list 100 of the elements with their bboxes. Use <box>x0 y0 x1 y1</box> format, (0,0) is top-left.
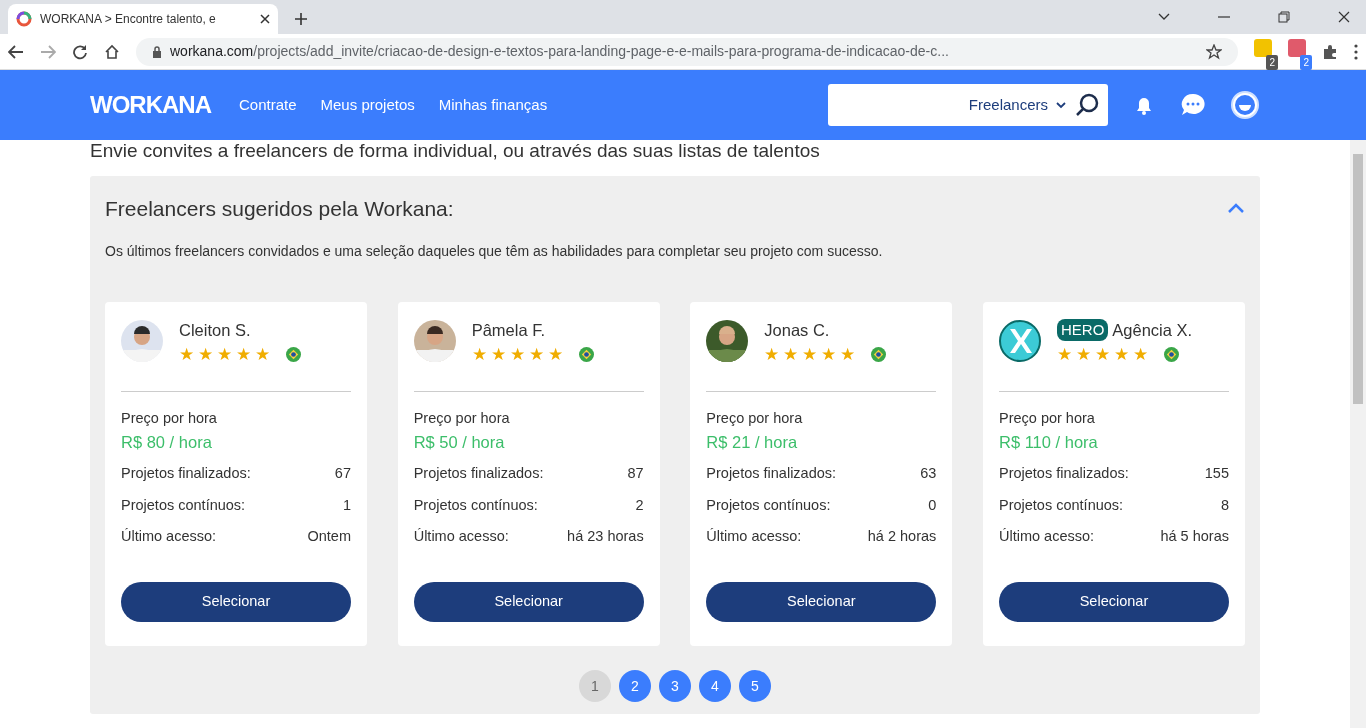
nav-link[interactable]: Meus projetos <box>320 93 415 117</box>
freelancer-name[interactable]: Jonas C. <box>764 317 830 343</box>
select-button[interactable]: Selecionar <box>121 582 351 623</box>
chevron-down-icon[interactable] <box>1158 13 1170 21</box>
star-icon: ★ <box>1075 346 1091 364</box>
star-icon: ★ <box>1113 346 1129 364</box>
hero-badge: HERO <box>1056 318 1109 342</box>
extension-badge: 2 <box>1300 55 1312 70</box>
stat-label: Projetos finalizados: <box>998 463 1129 483</box>
nav-link[interactable]: Minhas finanças <box>438 93 548 117</box>
star-icon: ★ <box>1056 346 1072 364</box>
stat-label: Projetos contínuos: <box>413 495 538 515</box>
freelancer-name[interactable]: Cleiton S. <box>179 317 251 343</box>
page-button[interactable]: 1 <box>579 670 611 703</box>
price-label: Preço por hora <box>706 409 804 429</box>
stat-value: há 23 horas <box>567 527 644 547</box>
nav-link[interactable]: Contrate <box>239 93 297 117</box>
price-label: Preço por hora <box>413 409 511 429</box>
star-icon: ★ <box>547 346 563 364</box>
hourly-rate: R$ 110 / hora <box>998 432 1099 454</box>
stat-label: Projetos finalizados: <box>706 463 837 483</box>
hourly-rate: R$ 21 / hora <box>706 432 799 454</box>
star-icon: ★ <box>236 346 251 364</box>
star-icon: ★ <box>783 346 799 364</box>
search-field[interactable]: Freelancers <box>828 84 1108 126</box>
star-icon: ★ <box>198 346 213 364</box>
section-title: Freelancers sugeridos pela Workana: <box>105 195 454 221</box>
extension-badge: 2 <box>1266 55 1278 70</box>
stat-label: Projetos contínuos: <box>998 495 1124 515</box>
stat-value: 67 <box>334 463 351 483</box>
star-icon: ★ <box>1132 346 1148 364</box>
extension-icon[interactable] <box>1254 39 1272 57</box>
workana-logo-icon <box>16 11 32 27</box>
price-label: Preço por hora <box>121 409 218 429</box>
select-button[interactable]: Selecionar <box>706 582 937 623</box>
star-icon: ★ <box>821 346 837 364</box>
stat-label: Último acesso: <box>998 527 1095 547</box>
stat-value: 1 <box>342 495 351 515</box>
star-icon: ★ <box>255 346 270 364</box>
page-button[interactable]: 5 <box>739 670 771 703</box>
select-button[interactable]: Selecionar <box>413 582 644 623</box>
page-heading: Envie convites a freelancers de forma individual, ou através das suas listas de talentos <box>90 140 820 163</box>
category-dropdown[interactable]: Freelancers <box>968 93 1048 117</box>
stat-value: 8 <box>1220 495 1229 515</box>
menu-icon[interactable] <box>1354 43 1358 60</box>
page-button[interactable]: 2 <box>619 670 651 703</box>
star-icon: ★ <box>764 346 780 364</box>
puzzle-icon[interactable] <box>1322 43 1338 60</box>
stat-value: 2 <box>635 495 644 515</box>
freelancer-name[interactable]: Agência X. <box>1112 317 1193 343</box>
section-description: Os últimos freelancers convidados e uma seleção daqueles que têm as habilidades para completar seu projeto com sucesso. <box>105 241 884 261</box>
close-icon[interactable] <box>260 14 270 24</box>
star-icon: ★ <box>179 346 194 364</box>
select-button[interactable]: Selecionar <box>998 582 1229 623</box>
caret-icon[interactable] <box>1056 101 1066 109</box>
x-logo-icon <box>998 319 1041 362</box>
stat-value: Ontem <box>307 527 351 547</box>
brazil-flag-icon <box>1163 347 1179 363</box>
freelancer-name[interactable]: Pâmela F. <box>471 317 546 343</box>
page-button[interactable]: 3 <box>659 670 691 703</box>
close-icon[interactable] <box>1338 11 1350 23</box>
brazil-flag-icon <box>871 347 887 363</box>
stat-value: 0 <box>928 495 937 515</box>
scrollbar-thumb[interactable] <box>1353 154 1363 404</box>
price-label: Preço por hora <box>998 409 1096 429</box>
hourly-rate: R$ 80 / hora <box>121 432 213 454</box>
brazil-flag-icon <box>578 347 594 363</box>
hourly-rate: R$ 50 / hora <box>413 432 506 454</box>
stat-value: há 5 horas <box>1160 527 1229 547</box>
search-icon[interactable] <box>1074 92 1100 118</box>
chat-icon[interactable] <box>1180 92 1206 118</box>
workana-logo[interactable]: WORKANA <box>90 87 211 123</box>
new-tab-icon[interactable] <box>294 12 308 26</box>
home-icon[interactable] <box>104 43 120 60</box>
star-icon: ★ <box>1094 346 1110 364</box>
lock-icon <box>152 45 162 58</box>
smiley-avatar-icon[interactable] <box>1230 90 1260 120</box>
restore-icon[interactable] <box>1278 11 1290 23</box>
stat-value: 63 <box>920 463 937 483</box>
star-icon: ★ <box>490 346 506 364</box>
stat-value: 87 <box>627 463 644 483</box>
stat-label: Projetos finalizados: <box>413 463 544 483</box>
star-icon: ★ <box>528 346 544 364</box>
reload-icon[interactable] <box>72 43 88 60</box>
page-button[interactable]: 4 <box>699 670 731 703</box>
stat-label: Projetos finalizados: <box>121 463 251 483</box>
stat-label: Projetos contínuos: <box>121 495 246 515</box>
star-icon: ★ <box>802 346 818 364</box>
chevron-up-icon[interactable] <box>1227 202 1245 215</box>
stat-value: há 2 horas <box>867 527 937 547</box>
star-icon: ★ <box>840 346 856 364</box>
stat-label: Último acesso: <box>706 527 802 547</box>
brazil-flag-icon <box>286 347 301 363</box>
stat-label: Projetos contínuos: <box>706 495 831 515</box>
stat-label: Último acesso: <box>413 527 509 547</box>
stat-value: 155 <box>1204 463 1229 483</box>
back-icon[interactable] <box>8 44 24 59</box>
star-icon[interactable] <box>1206 43 1222 60</box>
star-icon: ★ <box>217 346 232 364</box>
stat-label: Último acesso: <box>121 527 217 547</box>
